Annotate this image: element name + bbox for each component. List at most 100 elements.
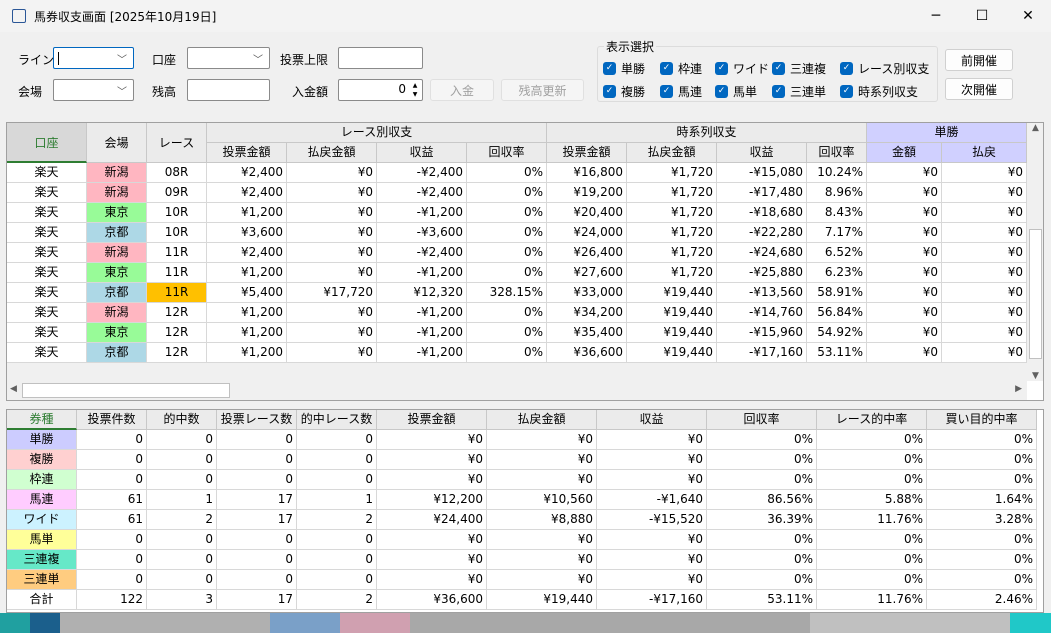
table-cell[interactable]: 0% xyxy=(707,430,817,450)
column-header[interactable]: 払戻 xyxy=(942,143,1027,163)
table-cell[interactable]: 東京 xyxy=(87,263,147,283)
table-cell[interactable]: 京都 xyxy=(87,343,147,363)
table-cell[interactable]: ¥0 xyxy=(487,470,597,490)
table-cell[interactable]: 11.76% xyxy=(817,590,927,610)
bet-type-cell[interactable]: 合計 xyxy=(7,590,77,610)
table-cell[interactable]: 0% xyxy=(467,163,547,183)
table-cell[interactable]: 54.92% xyxy=(807,323,867,343)
table-cell[interactable]: ¥0 xyxy=(867,183,942,203)
table-cell[interactable]: 12R xyxy=(147,343,207,363)
table-cell[interactable]: 0% xyxy=(467,223,547,243)
table-cell[interactable]: 0% xyxy=(817,550,927,570)
table-cell[interactable]: 京都 xyxy=(87,223,147,243)
table-cell[interactable]: ¥3,600 xyxy=(207,223,287,243)
table-cell[interactable]: ¥8,880 xyxy=(487,510,597,530)
table-cell[interactable]: ¥0 xyxy=(942,343,1027,363)
column-header[interactable]: 収益 xyxy=(377,143,467,163)
table-cell[interactable]: 0% xyxy=(927,470,1037,490)
table-cell[interactable]: 東京 xyxy=(87,323,147,343)
table-cell[interactable]: 1 xyxy=(297,490,377,510)
line-combo[interactable]: ﹀ xyxy=(53,47,134,69)
table-cell[interactable]: 0% xyxy=(467,203,547,223)
table-cell[interactable]: ¥0 xyxy=(487,430,597,450)
table-cell[interactable]: -¥2,400 xyxy=(377,163,467,183)
table-cell[interactable]: 8.96% xyxy=(807,183,867,203)
table-cell[interactable]: 0% xyxy=(817,530,927,550)
bet-type-cell[interactable]: 単勝 xyxy=(7,430,77,450)
table-cell[interactable]: 0% xyxy=(707,530,817,550)
table-cell[interactable]: ¥5,400 xyxy=(207,283,287,303)
table-cell[interactable]: 3 xyxy=(147,590,217,610)
scroll-up-icon[interactable]: ▲ xyxy=(1027,123,1043,133)
bet-type-cell[interactable]: 馬連 xyxy=(7,490,77,510)
column-header[interactable]: 投票金額 xyxy=(377,410,487,430)
maximize-button[interactable]: ☐ xyxy=(959,0,1005,32)
table-cell[interactable]: -¥18,680 xyxy=(717,203,807,223)
table-cell[interactable]: ¥19,440 xyxy=(627,343,717,363)
table-cell[interactable]: 86.56% xyxy=(707,490,817,510)
table-cell[interactable]: ¥1,720 xyxy=(627,223,717,243)
table-cell[interactable]: ¥27,600 xyxy=(547,263,627,283)
table-cell[interactable]: -¥2,400 xyxy=(377,243,467,263)
table-cell[interactable]: -¥15,080 xyxy=(717,163,807,183)
table-cell[interactable]: 10R xyxy=(147,203,207,223)
checkbox-check-icon[interactable]: ✓ xyxy=(660,62,673,75)
table-cell[interactable]: 0% xyxy=(927,530,1037,550)
table-cell[interactable]: -¥22,280 xyxy=(717,223,807,243)
table-cell[interactable]: 0 xyxy=(297,470,377,490)
table-cell[interactable]: 0 xyxy=(77,470,147,490)
table-cell[interactable]: ¥0 xyxy=(287,203,377,223)
table-cell[interactable]: ¥0 xyxy=(942,283,1027,303)
table-cell[interactable]: -¥1,200 xyxy=(377,323,467,343)
table-cell[interactable]: 0 xyxy=(77,430,147,450)
table-cell[interactable]: 0 xyxy=(217,550,297,570)
table-cell[interactable]: ¥0 xyxy=(487,570,597,590)
table-cell[interactable]: ¥0 xyxy=(377,550,487,570)
table-cell[interactable]: ¥0 xyxy=(942,323,1027,343)
table-cell[interactable]: 0 xyxy=(297,430,377,450)
table-cell[interactable]: 0 xyxy=(217,430,297,450)
table-cell[interactable]: ¥1,720 xyxy=(627,203,717,223)
table-cell[interactable]: 11.76% xyxy=(817,510,927,530)
table-cell[interactable]: 2 xyxy=(297,590,377,610)
table-cell[interactable]: 0% xyxy=(467,323,547,343)
table-cell[interactable]: 58.91% xyxy=(807,283,867,303)
table-cell[interactable]: ¥0 xyxy=(942,223,1027,243)
table-cell[interactable]: ¥0 xyxy=(597,570,707,590)
account-combo[interactable]: ﹀ xyxy=(187,47,270,69)
table-cell[interactable]: 0% xyxy=(927,570,1037,590)
table-cell[interactable]: 0% xyxy=(817,450,927,470)
table-cell[interactable]: 12R xyxy=(147,303,207,323)
spin-down-icon[interactable]: ▼ xyxy=(409,90,421,99)
table-cell[interactable]: -¥1,640 xyxy=(597,490,707,510)
table-cell[interactable]: 0 xyxy=(77,450,147,470)
table-cell[interactable]: 0 xyxy=(147,530,217,550)
table-cell[interactable]: ¥17,720 xyxy=(287,283,377,303)
limit-input[interactable] xyxy=(338,47,423,69)
table-cell[interactable]: 0 xyxy=(217,470,297,490)
table-cell[interactable]: 5.88% xyxy=(817,490,927,510)
table-cell[interactable]: 0% xyxy=(817,430,927,450)
table-cell[interactable]: ¥0 xyxy=(377,450,487,470)
table-cell[interactable]: ¥1,720 xyxy=(627,163,717,183)
table-cell[interactable]: 122 xyxy=(77,590,147,610)
bet-type-cell[interactable]: 複勝 xyxy=(7,450,77,470)
table-cell[interactable]: ¥0 xyxy=(867,343,942,363)
table-cell[interactable]: ¥24,400 xyxy=(377,510,487,530)
checkbox-単勝[interactable]: ✓ 単勝 xyxy=(603,60,645,77)
table-cell[interactable]: 0 xyxy=(147,450,217,470)
table-cell[interactable]: ¥0 xyxy=(287,243,377,263)
table-cell[interactable]: 0% xyxy=(467,343,547,363)
table-cell[interactable]: 53.11% xyxy=(707,590,817,610)
horizontal-scrollbar[interactable]: ◀ ▶ xyxy=(7,382,1027,400)
table-cell[interactable]: ¥1,200 xyxy=(207,303,287,323)
table-cell[interactable]: ¥0 xyxy=(287,343,377,363)
table-cell[interactable]: 0% xyxy=(707,450,817,470)
table-cell[interactable]: ¥19,440 xyxy=(627,283,717,303)
table-cell[interactable]: ¥0 xyxy=(942,183,1027,203)
table-cell[interactable]: 0% xyxy=(467,243,547,263)
table-cell[interactable]: ¥0 xyxy=(867,283,942,303)
table-cell[interactable]: -¥15,520 xyxy=(597,510,707,530)
table-cell[interactable]: 0 xyxy=(297,450,377,470)
hscroll-thumb[interactable] xyxy=(22,383,230,398)
